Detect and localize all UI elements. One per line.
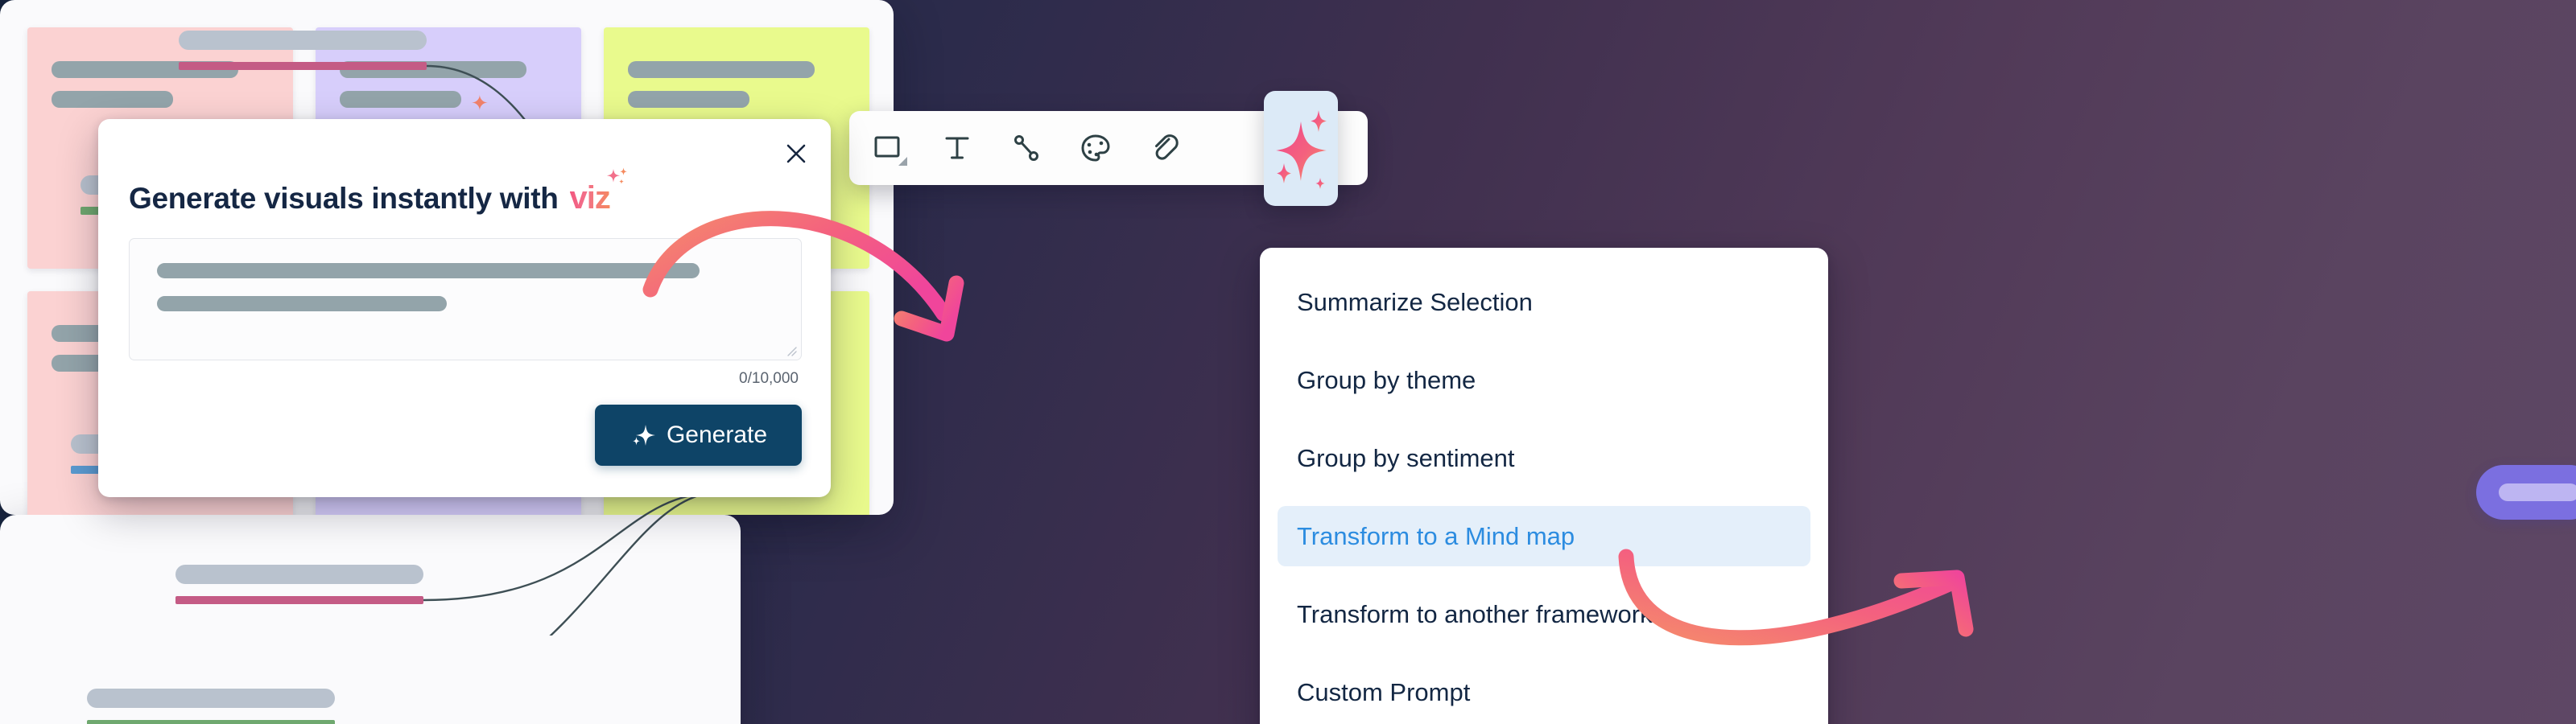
page-title: Generate visuals instantly with viz xyxy=(129,167,627,216)
viz-brand-logo: viz xyxy=(570,167,627,216)
context-menu-item[interactable]: Group by theme xyxy=(1278,350,1810,410)
promo-canvas: ✦ Summarize Selection Group by theme Gro… xyxy=(0,0,2576,724)
prompt-input[interactable] xyxy=(129,238,802,360)
context-menu-item[interactable]: Group by sentiment xyxy=(1278,428,1810,488)
resize-grip-icon[interactable] xyxy=(786,345,797,356)
context-menu-item[interactable]: Transform to another framework xyxy=(1278,584,1810,644)
text-icon xyxy=(945,137,969,159)
mind-map-branch-rule-magenta xyxy=(175,596,423,604)
mind-map-card xyxy=(0,31,2576,724)
shape-rectangle-tool-button[interactable] xyxy=(864,124,912,172)
menu-spacer xyxy=(1278,488,1810,506)
menu-spacer xyxy=(1278,332,1810,350)
generate-button-label: Generate xyxy=(666,422,768,448)
mind-map-connector xyxy=(423,491,720,602)
context-menu-item[interactable]: Transform to a Mind map xyxy=(1278,506,1810,566)
generate-sparkle-icon xyxy=(632,425,655,446)
close-icon xyxy=(786,144,806,163)
attachment-link-tool-button[interactable] xyxy=(1141,124,1189,172)
palette-icon xyxy=(1081,134,1110,162)
color-palette-tool-button[interactable] xyxy=(1071,124,1120,172)
generate-visuals-modal: Generate visuals instantly with viz 0/10… xyxy=(98,119,831,497)
connector-tool-button[interactable] xyxy=(1002,124,1051,172)
connector-line-icon xyxy=(1014,135,1038,161)
attachment-link-icon xyxy=(1155,134,1179,160)
context-menu-item[interactable]: Custom Prompt xyxy=(1278,662,1810,722)
text-tool-button[interactable] xyxy=(933,124,981,172)
menu-spacer xyxy=(1278,566,1810,584)
close-button[interactable] xyxy=(782,140,810,167)
ai-actions-context-menu: Summarize Selection Group by theme Group b… xyxy=(1260,248,1828,724)
mind-map-branch-node[interactable] xyxy=(175,565,423,604)
menu-spacer xyxy=(1278,644,1810,662)
ai-assistant-button[interactable] xyxy=(1264,91,1338,206)
mind-map-branch-node[interactable] xyxy=(87,689,335,724)
menu-spacer xyxy=(1278,410,1810,428)
context-menu-item[interactable]: Summarize Selection xyxy=(1278,272,1810,332)
generate-button[interactable]: Generate xyxy=(595,405,802,466)
brand-sparkle-icon xyxy=(606,167,627,184)
ai-sparkle-icon xyxy=(1276,109,1327,189)
prompt-placeholder-line-1 xyxy=(157,263,700,278)
mind-map-branch-label-skeleton xyxy=(175,565,423,584)
mind-map-branch-label-skeleton xyxy=(87,689,335,708)
character-counter: 0/10,000 xyxy=(739,370,799,387)
mind-map-branch-rule-green xyxy=(87,720,335,724)
modal-title-text: Generate visuals instantly with xyxy=(129,182,559,215)
prompt-placeholder-line-2 xyxy=(157,296,448,311)
shape-dropdown-caret-icon[interactable] xyxy=(898,157,907,166)
